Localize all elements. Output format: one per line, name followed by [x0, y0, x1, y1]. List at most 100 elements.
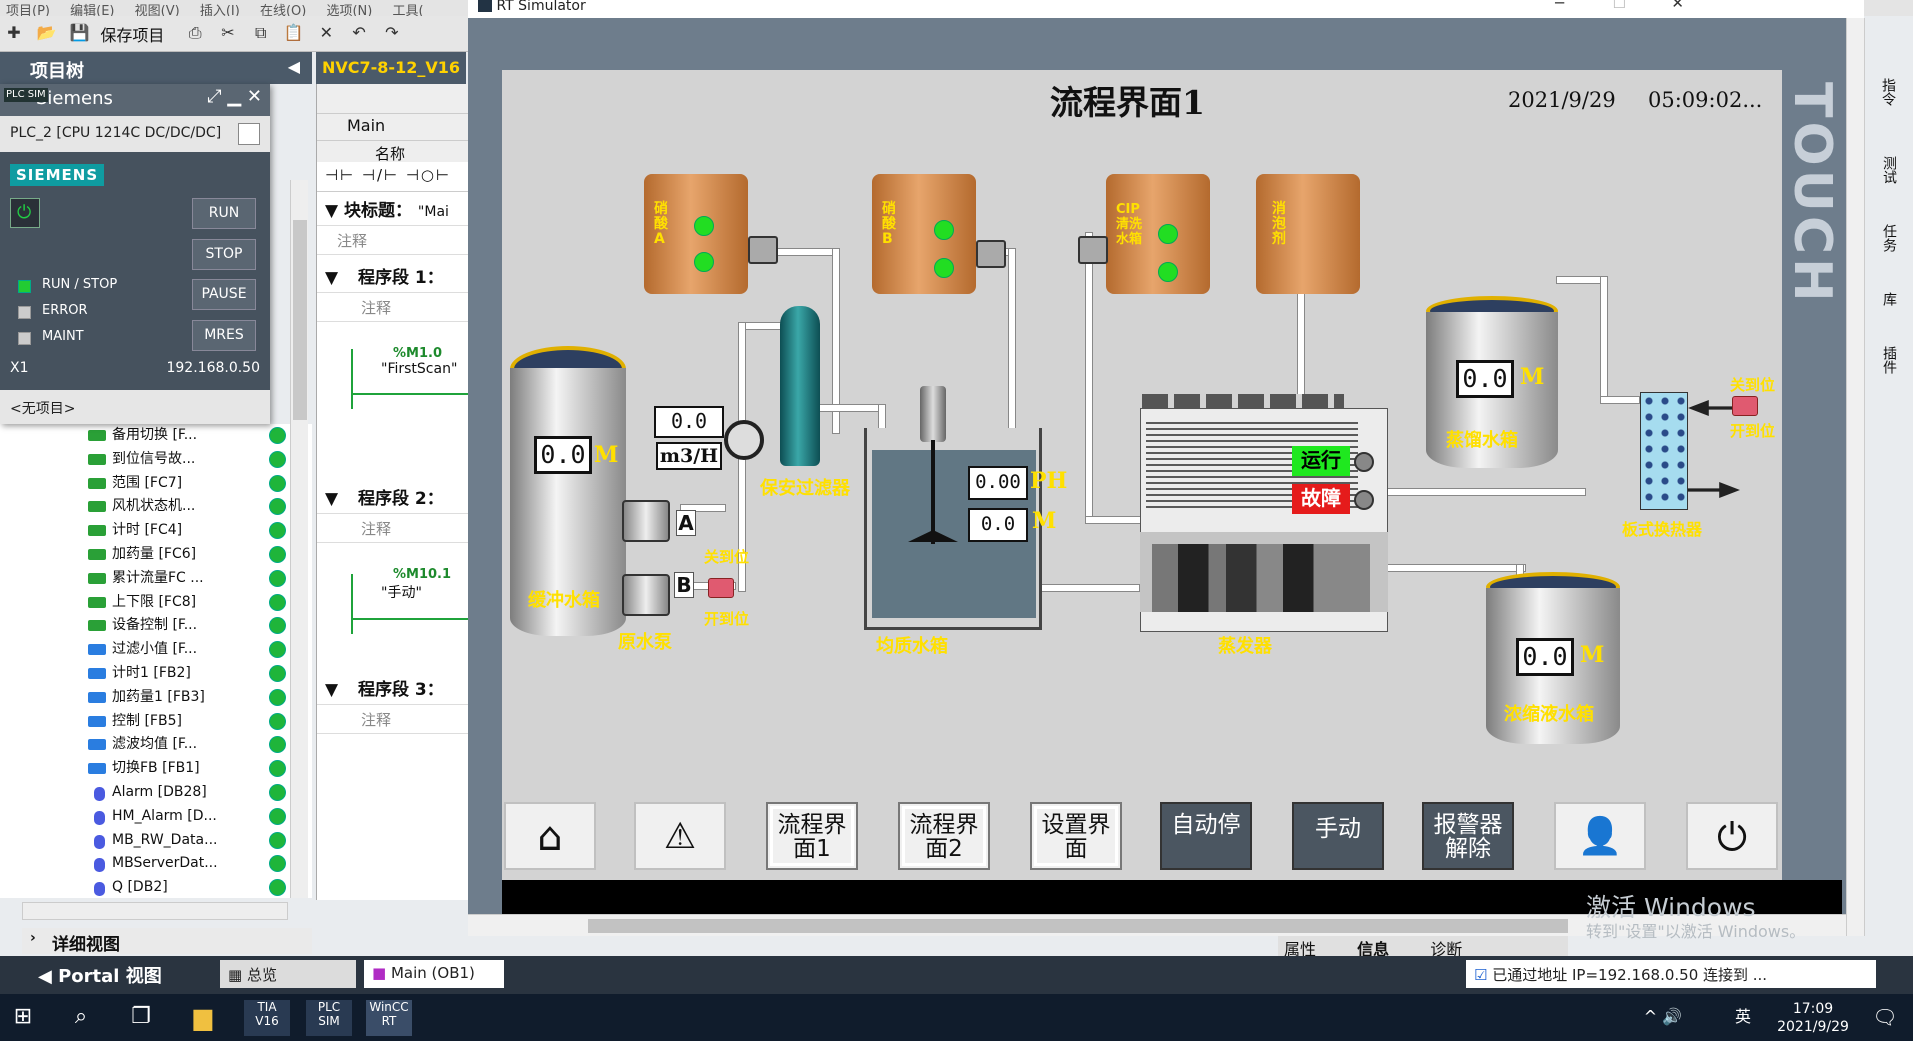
- cut-icon[interactable]: ✂: [217, 23, 239, 45]
- paste-icon[interactable]: 📋: [282, 23, 304, 45]
- system-tray-icons[interactable]: ^ 🔊: [1640, 1000, 1686, 1036]
- main-ob1-button[interactable]: ■ Main (OB1): [364, 960, 504, 988]
- tree-item[interactable]: MB_RW_Data...: [0, 829, 312, 853]
- system-clock[interactable]: 17:09 2021/9/29: [1768, 1000, 1858, 1036]
- user-button[interactable]: 👤: [1554, 802, 1646, 870]
- tree-item[interactable]: 累计流量FC ...: [0, 567, 312, 591]
- save-project-button[interactable]: 保存项目: [100, 26, 164, 45]
- tree-item[interactable]: 备用切换 [F...: [0, 424, 312, 448]
- power-icon[interactable]: [10, 198, 40, 228]
- tree-item[interactable]: 过滤小值 [F...: [0, 638, 312, 662]
- online-status-dot-icon: [269, 879, 286, 897]
- new-project-icon[interactable]: ✚: [3, 23, 25, 45]
- search-icon[interactable]: ⌕: [58, 1000, 104, 1036]
- dosing-pump-icon[interactable]: [976, 240, 1006, 268]
- valve-icon[interactable]: [1732, 396, 1758, 416]
- tree-vertical-scrollbar[interactable]: [290, 180, 308, 898]
- mres-button[interactable]: MRES: [192, 320, 256, 351]
- simulator-scroll-thumb[interactable]: [588, 919, 1568, 933]
- open-folder-icon[interactable]: 📂: [36, 23, 58, 45]
- task-card-libraries[interactable]: 库: [1879, 292, 1899, 306]
- taskbar-wincc-rt[interactable]: WinCC RT: [366, 1000, 412, 1036]
- tree-item[interactable]: 风机状态机...: [0, 495, 312, 519]
- pause-button[interactable]: PAUSE: [192, 279, 256, 310]
- task-card-instructions[interactable]: 指令: [1879, 78, 1897, 106]
- editor-tab[interactable]: NVC7-8-12_V16: [316, 52, 466, 84]
- connection-status[interactable]: ☑ 已通过地址 IP=192.168.0.50 连接到 ...: [1466, 960, 1876, 988]
- settings-screen-button[interactable]: 设置界面: [1030, 802, 1122, 870]
- tree-horizontal-scrollbar[interactable]: [22, 902, 288, 920]
- portal-view-button[interactable]: ◀ Portal 视图: [38, 962, 162, 988]
- tree-item[interactable]: 计时1 [FB2]: [0, 662, 312, 686]
- tree-item[interactable]: 加药量1 [FB3]: [0, 686, 312, 710]
- ime-indicator[interactable]: 英: [1720, 1000, 1766, 1036]
- tree-item[interactable]: MBServerDat...: [0, 852, 312, 876]
- copy-icon[interactable]: ⧉: [250, 23, 272, 45]
- tree-item[interactable]: 控制 [FB5]: [0, 710, 312, 734]
- collapse-arrow-icon[interactable]: ◀: [288, 57, 300, 76]
- indicator-lamp: [1158, 224, 1178, 244]
- tree-item[interactable]: Q [DB2]: [0, 876, 312, 898]
- redo-icon[interactable]: ↷: [381, 23, 403, 45]
- ladder-instruction-bar[interactable]: ⊣⊢ ⊣/⊢ ⊣○⊢: [317, 162, 472, 192]
- flow-display: 0.0: [654, 406, 724, 438]
- segment-1-note: 注释: [317, 292, 472, 322]
- segment-3[interactable]: ▼ 程序段 3：: [317, 671, 472, 704]
- tank-nitric-a: 硝酸A: [644, 174, 748, 294]
- segment-2[interactable]: ▼ 程序段 2：: [317, 480, 472, 513]
- run-button[interactable]: RUN: [192, 198, 256, 229]
- minimize-icon[interactable]: ─: [1555, 0, 1564, 11]
- task-card-addins[interactable]: 插件: [1879, 346, 1899, 374]
- detail-view-header[interactable]: › 详细视图: [22, 928, 312, 955]
- dosing-pump-icon[interactable]: [748, 236, 778, 264]
- process-screen-1-button[interactable]: 流程界面1: [766, 802, 858, 870]
- tree-item[interactable]: 设备控制 [F...: [0, 614, 312, 638]
- task-view-icon[interactable]: ❐: [118, 1000, 164, 1036]
- delete-icon[interactable]: ✕: [315, 23, 337, 45]
- auto-stop-button[interactable]: 自动停: [1160, 802, 1252, 870]
- tree-item-label: 加药量1 [FB3]: [112, 688, 205, 705]
- manual-button[interactable]: 手动: [1292, 802, 1384, 870]
- raw-water-pump-a-icon[interactable]: [622, 500, 670, 542]
- raw-water-pump-b-icon[interactable]: [622, 574, 670, 616]
- tree-item-label: 上下限 [FC8]: [112, 593, 197, 610]
- home-button[interactable]: ⌂: [504, 802, 596, 870]
- print-icon[interactable]: ⎙: [184, 23, 206, 45]
- segment-1[interactable]: ▼ 程序段 1：: [317, 259, 472, 292]
- exit-button[interactable]: ⏻: [1686, 802, 1778, 870]
- alarm-reset-button[interactable]: 报警器解除: [1422, 802, 1514, 870]
- cpu-config-icon[interactable]: [238, 123, 260, 145]
- segment-3-note: 注释: [317, 704, 472, 734]
- taskbar-plcsim[interactable]: PLC SIM: [306, 1000, 352, 1036]
- task-card-tasks[interactable]: 任务: [1879, 224, 1899, 252]
- tree-item[interactable]: 滤波均值 [F...: [0, 733, 312, 757]
- notification-icon[interactable]: 🗨: [1862, 1000, 1908, 1036]
- window-controls-icon[interactable]: ⤢ ▁ ✕: [207, 86, 262, 107]
- tree-item[interactable]: 计时 [FC4]: [0, 519, 312, 543]
- undo-icon[interactable]: ↶: [348, 23, 370, 45]
- tree-item[interactable]: HM_Alarm [D...: [0, 805, 312, 829]
- block-title-label: 块标题：: [344, 201, 412, 221]
- tree-item[interactable]: 到位信号故...: [0, 448, 312, 472]
- tree-item[interactable]: 切换FB [FB1]: [0, 757, 312, 781]
- simulator-vertical-scrollbar[interactable]: [1846, 18, 1864, 936]
- valve-icon[interactable]: [708, 578, 734, 598]
- taskbar-tia[interactable]: TIA V16: [244, 1000, 290, 1036]
- close-icon[interactable]: ✕: [1671, 0, 1684, 11]
- file-explorer-icon[interactable]: ▆: [180, 1000, 226, 1036]
- tree-item[interactable]: Alarm [DB28]: [0, 781, 312, 805]
- save-icon[interactable]: 💾: [69, 23, 91, 45]
- tree-item[interactable]: 上下限 [FC8]: [0, 591, 312, 615]
- task-card-testing[interactable]: 测试: [1879, 156, 1899, 184]
- dosing-pump-icon[interactable]: [1078, 236, 1108, 264]
- alarm-view-button[interactable]: ⚠: [634, 802, 726, 870]
- tree-scroll-thumb[interactable]: [293, 220, 307, 420]
- maximize-icon[interactable]: ☐: [1613, 0, 1626, 11]
- main-ob1-label: Main (OB1): [390, 964, 475, 982]
- stop-button[interactable]: STOP: [192, 239, 256, 270]
- overview-button[interactable]: ▦ 总览: [220, 960, 356, 988]
- start-icon[interactable]: ⊞: [0, 1000, 46, 1036]
- tree-item[interactable]: 加药量 [FC6]: [0, 543, 312, 567]
- process-screen-2-button[interactable]: 流程界面2: [898, 802, 990, 870]
- tree-item[interactable]: 范围 [FC7]: [0, 472, 312, 496]
